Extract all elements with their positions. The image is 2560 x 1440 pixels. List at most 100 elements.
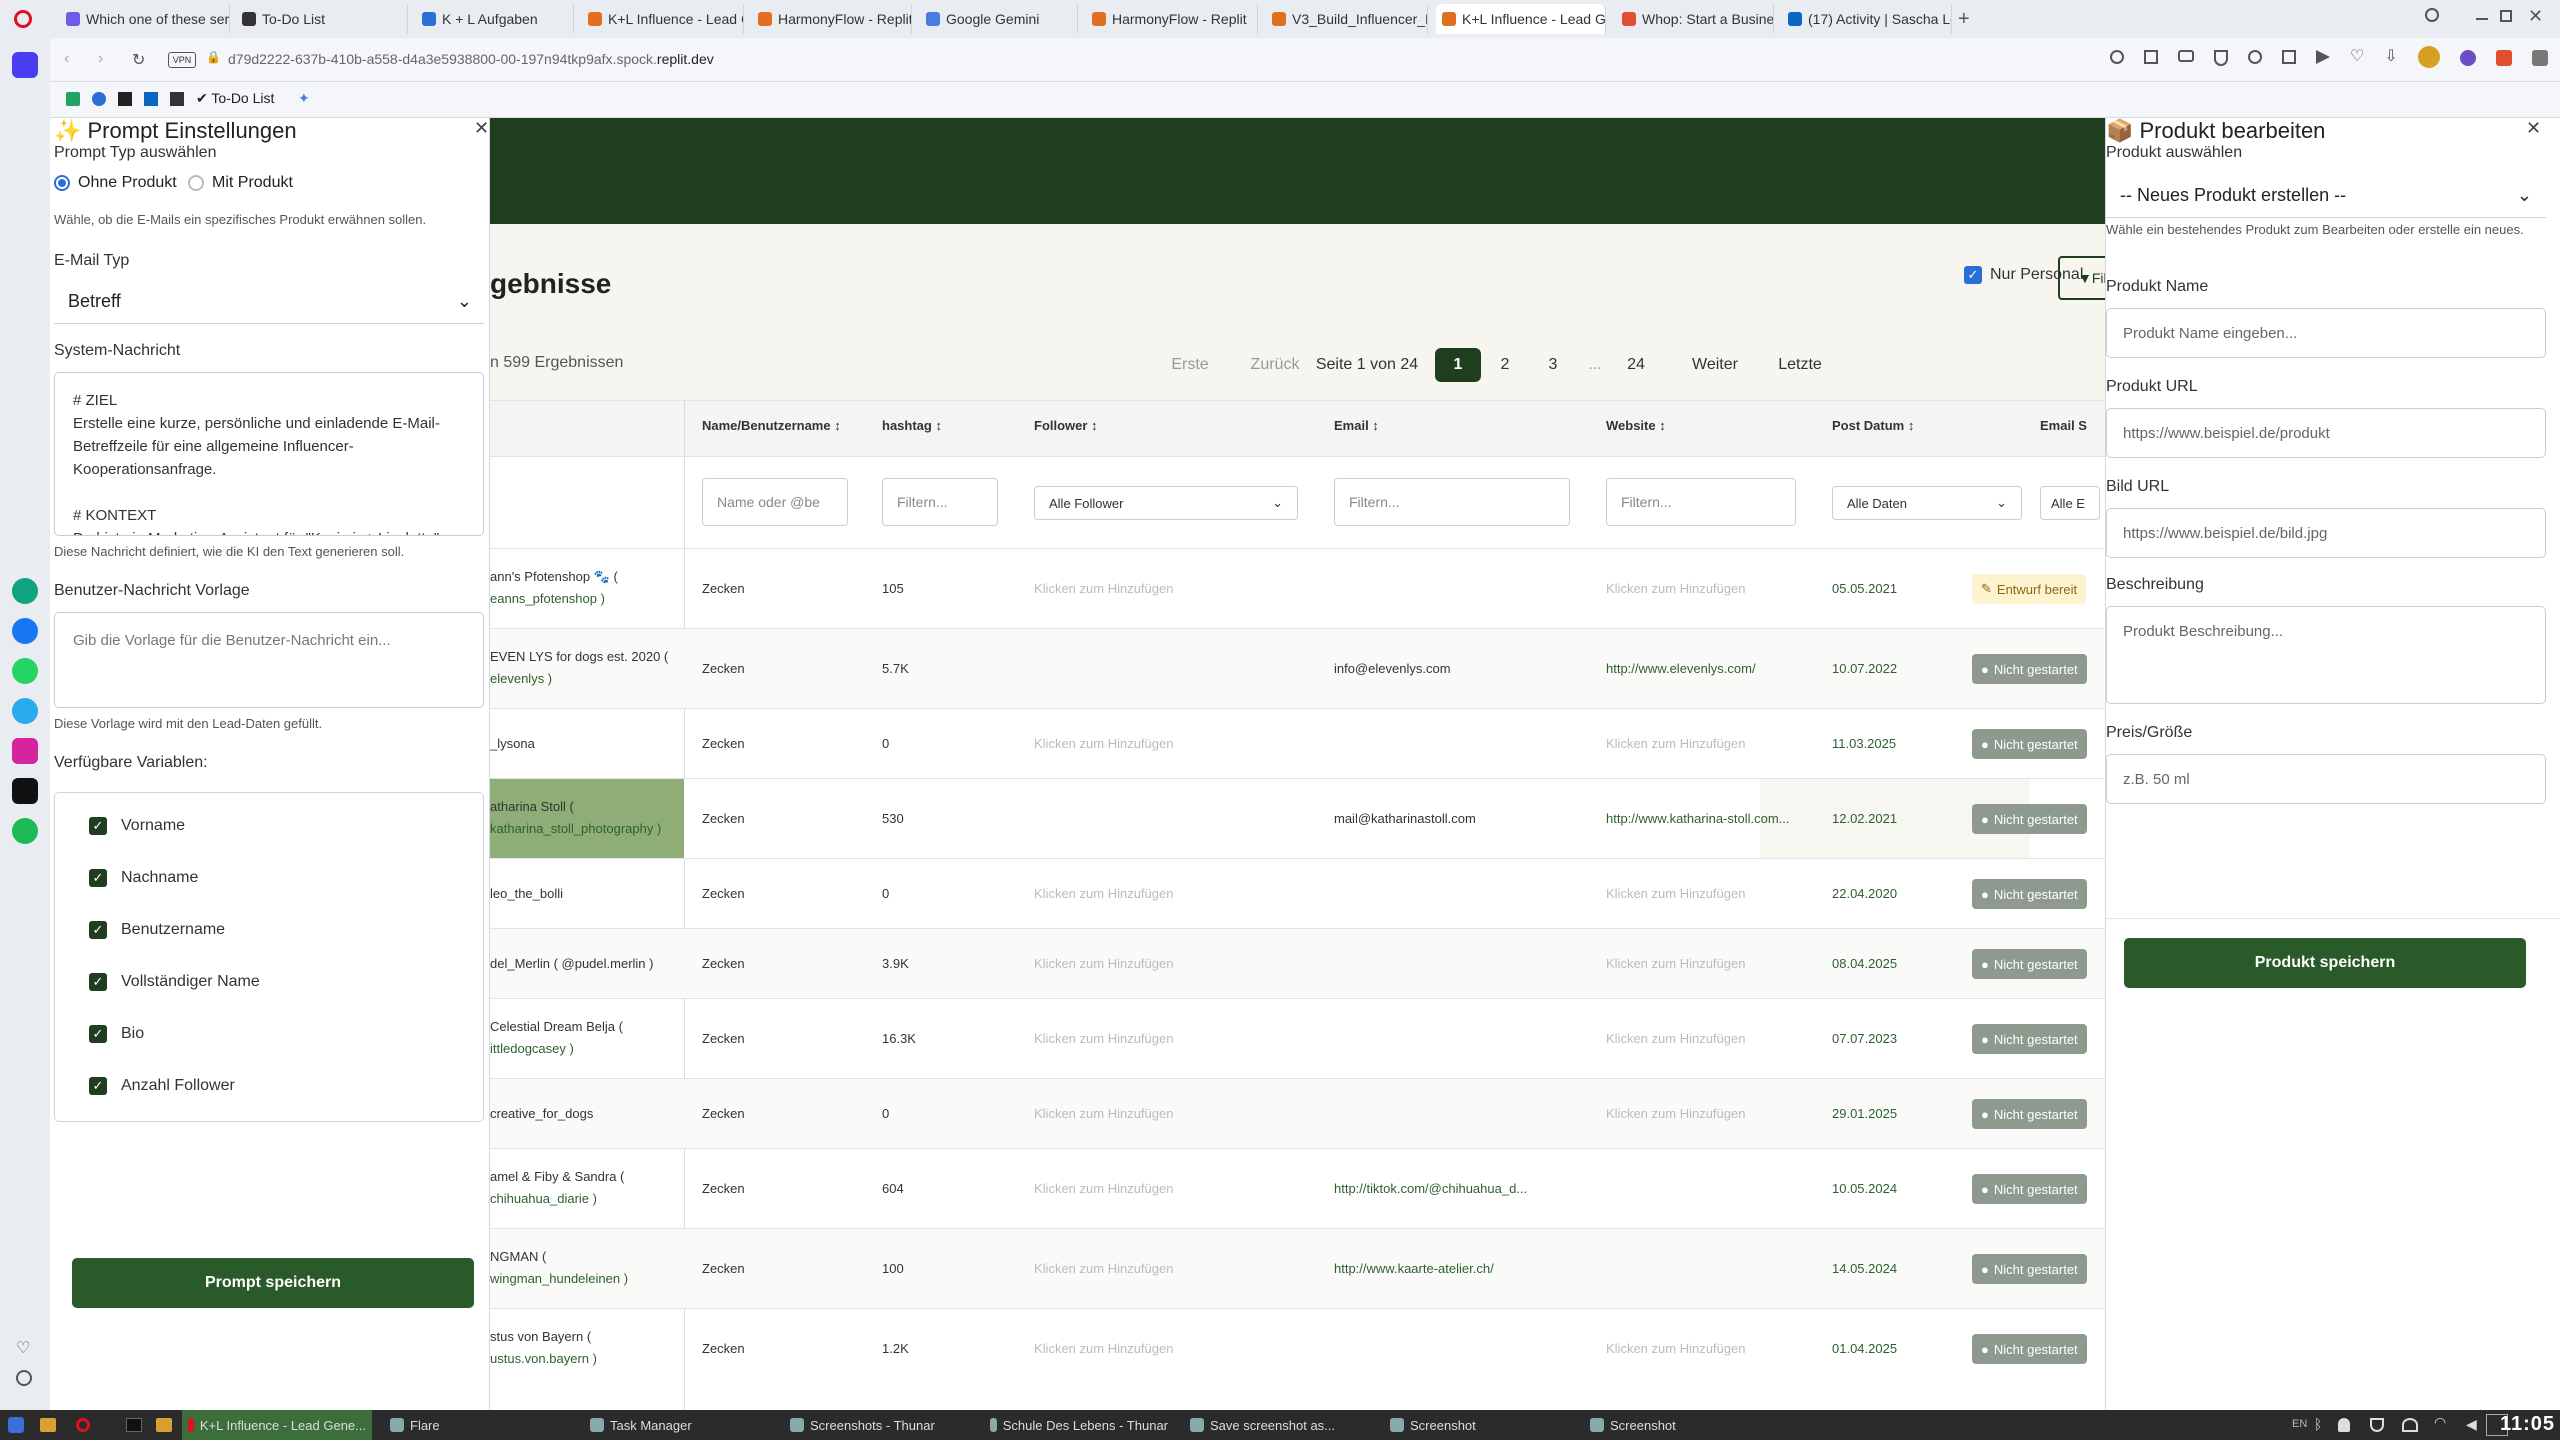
pagination-page-3[interactable]: 3 xyxy=(1530,348,1576,382)
notifications-icon[interactable] xyxy=(2338,1418,2350,1432)
lead-email[interactable]: Klicken zum Hinzufügen xyxy=(1034,886,1173,901)
taskbar-window-button[interactable]: Task Manager xyxy=(584,1410,774,1440)
description-textarea[interactable]: Produkt Beschreibung... xyxy=(2106,606,2546,704)
lead-email[interactable]: info@elevenlys.com xyxy=(1334,661,1451,676)
send-icon[interactable] xyxy=(2316,50,2330,64)
column-header-post-date[interactable]: Post Datum ↕ xyxy=(1832,418,1914,433)
lead-website[interactable]: http://www.elevenlys.com/ xyxy=(1606,661,1816,676)
table-row[interactable]: Celestial Dream Belja (ittledogcasey ) Ze… xyxy=(490,998,2160,1078)
lead-name[interactable]: atharina Stoll ( xyxy=(490,799,680,814)
opera-launcher-icon[interactable] xyxy=(76,1418,90,1432)
pagination-page-1[interactable]: 1 xyxy=(1435,348,1481,382)
table-row[interactable]: leo_the_bolli Zecken 0 Klicken zum Hinzufüg… xyxy=(490,858,2160,928)
browser-tab[interactable]: V3_Build_Influencer_Le xyxy=(1266,4,1428,34)
lead-email[interactable]: Klicken zum Hinzufügen xyxy=(1034,1261,1173,1276)
history-icon[interactable] xyxy=(16,1370,32,1386)
column-header-email-status[interactable]: Email S xyxy=(2040,418,2087,433)
taskbar-window-button[interactable]: Screenshots - Thunar xyxy=(784,1410,974,1440)
instagram-icon[interactable] xyxy=(12,738,38,764)
vpn-badge[interactable]: VPN xyxy=(168,52,196,68)
table-row[interactable]: _lysona Zecken 0 Klicken zum Hinzufügen Klic… xyxy=(490,708,2160,778)
column-header-follower[interactable]: Follower ↕ xyxy=(1034,418,1098,433)
lead-name[interactable]: leo_the_bolli xyxy=(490,886,680,901)
lead-name[interactable]: ann's Pfotenshop 🐾 ( xyxy=(490,569,680,585)
close-window-button[interactable]: ✕ xyxy=(2528,6,2543,27)
table-row[interactable]: del_Merlin ( @pudel.merlin ) Zecken 3.9K Kl… xyxy=(490,928,2160,998)
price-input[interactable]: z.B. 50 ml xyxy=(2106,754,2546,804)
lead-handle[interactable]: elevenlys ) xyxy=(490,671,680,686)
table-row[interactable]: EVEN LYS for dogs est. 2020 (elevenlys )… xyxy=(490,628,2160,708)
shield-tray-icon[interactable] xyxy=(2370,1418,2384,1432)
browser-tab[interactable]: Which one of these serv xyxy=(60,4,230,34)
lead-email[interactable]: Klicken zum Hinzufügen xyxy=(1034,956,1173,971)
lead-website[interactable]: Klicken zum Hinzufügen xyxy=(1606,956,1816,971)
variable-checkbox-item[interactable]: ✓ Vollständiger Name xyxy=(89,973,260,991)
email-type-select[interactable]: Betreff ⌄ xyxy=(54,280,484,324)
checkbox-checked-icon[interactable]: ✓ xyxy=(89,1077,107,1095)
browser-tab[interactable]: HarmonyFlow - Replit xyxy=(752,4,912,34)
pagination-page-2[interactable]: 2 xyxy=(1482,348,1528,382)
lead-website[interactable]: http://www.katharina-stoll.com... xyxy=(1606,811,1816,826)
favorite-heart-icon[interactable]: ♡ xyxy=(2350,49,2364,68)
network-tray-icon[interactable] xyxy=(2402,1418,2418,1432)
save-prompt-button[interactable]: Prompt speichern xyxy=(72,1258,474,1308)
status-filter-select[interactable]: Alle E xyxy=(2040,486,2100,520)
lead-website[interactable]: Klicken zum Hinzufügen xyxy=(1606,886,1816,901)
app-menu-icon[interactable] xyxy=(8,1417,24,1433)
lead-email[interactable]: Klicken zum Hinzufügen xyxy=(1034,1106,1173,1121)
keyboard-layout[interactable]: EN xyxy=(2292,1418,2307,1430)
heart-icon[interactable]: ♡ xyxy=(16,1338,30,1358)
user-template-textarea[interactable]: Gib die Vorlage für die Benutzer-Nachric… xyxy=(54,612,484,708)
opera-logo-icon[interactable] xyxy=(14,10,32,28)
taskbar-window-button[interactable]: Flare xyxy=(384,1410,574,1440)
search-icon[interactable] xyxy=(2110,50,2124,64)
reload-icon[interactable]: ↻ xyxy=(132,50,145,70)
checkbox-checked-icon[interactable]: ✓ xyxy=(89,973,107,991)
radio-without-product[interactable]: Ohne Produkt xyxy=(54,174,177,192)
radio-with-product[interactable]: Mit Produkt xyxy=(188,174,293,192)
lead-website[interactable]: Klicken zum Hinzufügen xyxy=(1606,1031,1816,1046)
taskbar-window-button[interactable]: Save screenshot as... xyxy=(1184,1410,1374,1440)
taskbar-window-button[interactable]: K+L Influence - Lead Gene... xyxy=(182,1410,372,1440)
maximize-window-button[interactable] xyxy=(2500,10,2512,22)
follower-filter-select[interactable]: Alle Follower ⌄ xyxy=(1034,486,1298,520)
wifi-icon[interactable]: ◠ xyxy=(2434,1414,2446,1431)
lead-handle[interactable]: wingman_hundeleinen ) xyxy=(490,1271,680,1286)
pagination-first[interactable]: Erste xyxy=(1160,348,1220,382)
taskbar-window-button[interactable]: Screenshot xyxy=(1584,1410,1774,1440)
edit-icon[interactable] xyxy=(2144,50,2158,64)
lead-email[interactable]: Klicken zum Hinzufügen xyxy=(1034,736,1173,751)
checkbox-checked-icon[interactable]: ✓ xyxy=(89,1025,107,1043)
only-personal-checkbox[interactable]: ✓ xyxy=(1964,266,1982,284)
bookmark-icon-3[interactable] xyxy=(118,92,132,106)
lead-email[interactable]: Klicken zum Hinzufügen xyxy=(1034,1341,1173,1356)
extension-badge-icon[interactable] xyxy=(2495,50,2512,66)
browser-tab[interactable]: HarmonyFlow - Replit xyxy=(1086,4,1258,34)
table-row[interactable]: ann's Pfotenshop 🐾 (eanns_pfotenshop ) Ze… xyxy=(490,548,2160,628)
browser-tab[interactable]: To-Do List xyxy=(236,4,408,34)
product-url-input[interactable]: https://www.beispiel.de/produkt xyxy=(2106,408,2546,458)
lead-website[interactable]: http://www.kaarte-atelier.ch/ xyxy=(1334,1261,1544,1276)
table-row[interactable]: atharina Stoll (katharina_stoll_photogra… xyxy=(490,778,2160,859)
camera-icon[interactable] xyxy=(2178,50,2194,62)
lead-email[interactable]: mail@katharinastoll.com xyxy=(1334,811,1476,826)
volume-icon[interactable]: ◀ xyxy=(2466,1416,2477,1433)
close-icon[interactable]: ✕ xyxy=(474,118,489,139)
name-filter-input[interactable]: Name oder @be xyxy=(702,478,848,526)
system-message-textarea[interactable]: # ZIEL Erstelle eine kurze, persönliche … xyxy=(54,372,484,536)
url-text[interactable]: d79d2222-637b-410b-a558-d4a3e5938800-00-… xyxy=(228,51,714,67)
terminal-launcher-icon[interactable] xyxy=(126,1418,142,1432)
new-tab-button[interactable]: + xyxy=(1958,8,1970,31)
todo-bookmark[interactable]: ✔ To-Do List xyxy=(196,90,274,107)
checkbox-checked-icon[interactable]: ✓ xyxy=(89,921,107,939)
search-tabs-icon[interactable] xyxy=(2425,8,2439,22)
website-filter-input[interactable]: Filtern... xyxy=(1606,478,1796,526)
lead-name[interactable]: stus von Bayern ( xyxy=(490,1329,680,1344)
home-icon[interactable] xyxy=(12,52,38,78)
gemini-bookmark-icon[interactable]: ✦ xyxy=(298,90,310,107)
save-product-button[interactable]: Produkt speichern xyxy=(2124,938,2526,988)
spotify-icon[interactable] xyxy=(12,818,38,844)
lead-handle[interactable]: eanns_pfotenshop ) xyxy=(490,591,680,606)
browser-tab[interactable]: K+L Influence - Lead Ge xyxy=(582,4,744,34)
hashtag-filter-input[interactable]: Filtern... xyxy=(882,478,998,526)
